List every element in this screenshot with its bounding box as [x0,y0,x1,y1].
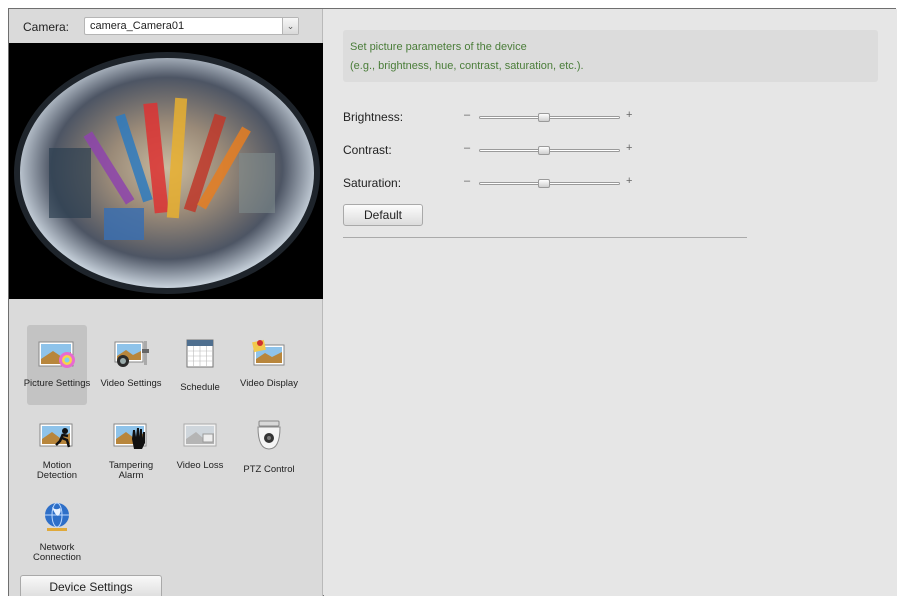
divider [343,237,747,238]
running-person-icon [38,419,76,451]
hand-icon [112,419,150,451]
video-settings-label: Video Settings [100,378,162,389]
camera-select-value: camera_Camera01 [90,20,185,32]
schedule-label: Schedule [180,382,220,393]
app-window: Camera: camera_Camera01 ⌄ Picture Settin… [8,8,897,596]
camera-preview [9,43,323,299]
saturation-label: Saturation: [343,176,402,190]
ptz-control-button[interactable]: PTZ Control [239,407,299,487]
motion-detection-button[interactable]: Motion Detection [27,407,87,487]
network-connection-label: Network Connection [32,542,82,563]
device-settings-button[interactable]: Device Settings [20,575,162,596]
saturation-max-symbol: + [626,175,633,187]
picture-settings-button[interactable]: Picture Settings [24,325,90,405]
brightness-row: Brightness: – + [343,107,743,127]
contrast-label: Contrast: [343,143,392,157]
picture-color-icon [38,337,76,369]
brightness-label: Brightness: [343,110,404,124]
picture-settings-panel: Set picture parameters of the device (e.… [324,9,897,596]
chevron-down-icon[interactable]: ⌄ [282,18,298,34]
contrast-slider-thumb[interactable] [538,146,550,155]
video-loss-label: Video Loss [176,460,224,471]
camera-selector-row: Camera: camera_Camera01 ⌄ [9,9,323,43]
saturation-min-symbol: – [464,175,471,187]
saturation-row: Saturation: – + [343,173,743,193]
network-connection-button[interactable]: Network Connection [27,489,87,569]
saturation-slider[interactable] [479,179,620,188]
display-pin-icon [250,337,288,369]
tampering-alarm-button[interactable]: Tampering Alarm [101,407,161,487]
contrast-min-symbol: – [464,142,471,154]
globe-icon [38,501,76,533]
dome-camera-icon [250,419,288,451]
left-panel: Camera: camera_Camera01 ⌄ Picture Settin… [9,9,323,596]
brightness-min-symbol: – [464,109,471,121]
ptz-control-label: PTZ Control [243,464,295,475]
video-settings-button[interactable]: Video Settings [100,325,162,405]
brightness-slider-thumb[interactable] [538,113,550,122]
contrast-row: Contrast: – + [343,140,743,160]
fisheye-video-image [9,43,323,299]
camera-label: Camera: [23,20,70,34]
saturation-slider-thumb[interactable] [538,179,550,188]
video-loss-button[interactable]: Video Loss [170,407,230,487]
info-box: Set picture parameters of the device (e.… [343,30,878,82]
contrast-slider[interactable] [479,146,620,155]
brightness-slider[interactable] [479,113,620,122]
info-line-1: Set picture parameters of the device [350,41,527,53]
settings-icon-grid: Picture Settings Video Settings Schedule… [9,299,323,575]
brightness-max-symbol: + [626,109,633,121]
info-line-2: (e.g., brightness, hue, contrast, satura… [350,60,584,72]
calendar-icon [181,337,219,369]
schedule-button[interactable]: Schedule [170,325,230,405]
tampering-alarm-label: Tampering Alarm [108,460,154,481]
video-camera-icon [112,337,150,369]
motion-detection-label: Motion Detection [36,460,78,481]
video-loss-icon [181,419,219,451]
video-display-button[interactable]: Video Display [239,325,299,405]
video-display-label: Video Display [240,378,298,389]
picture-settings-label: Picture Settings [23,378,91,389]
default-button[interactable]: Default [343,204,423,226]
contrast-max-symbol: + [626,142,633,154]
camera-select[interactable]: camera_Camera01 ⌄ [84,17,299,35]
